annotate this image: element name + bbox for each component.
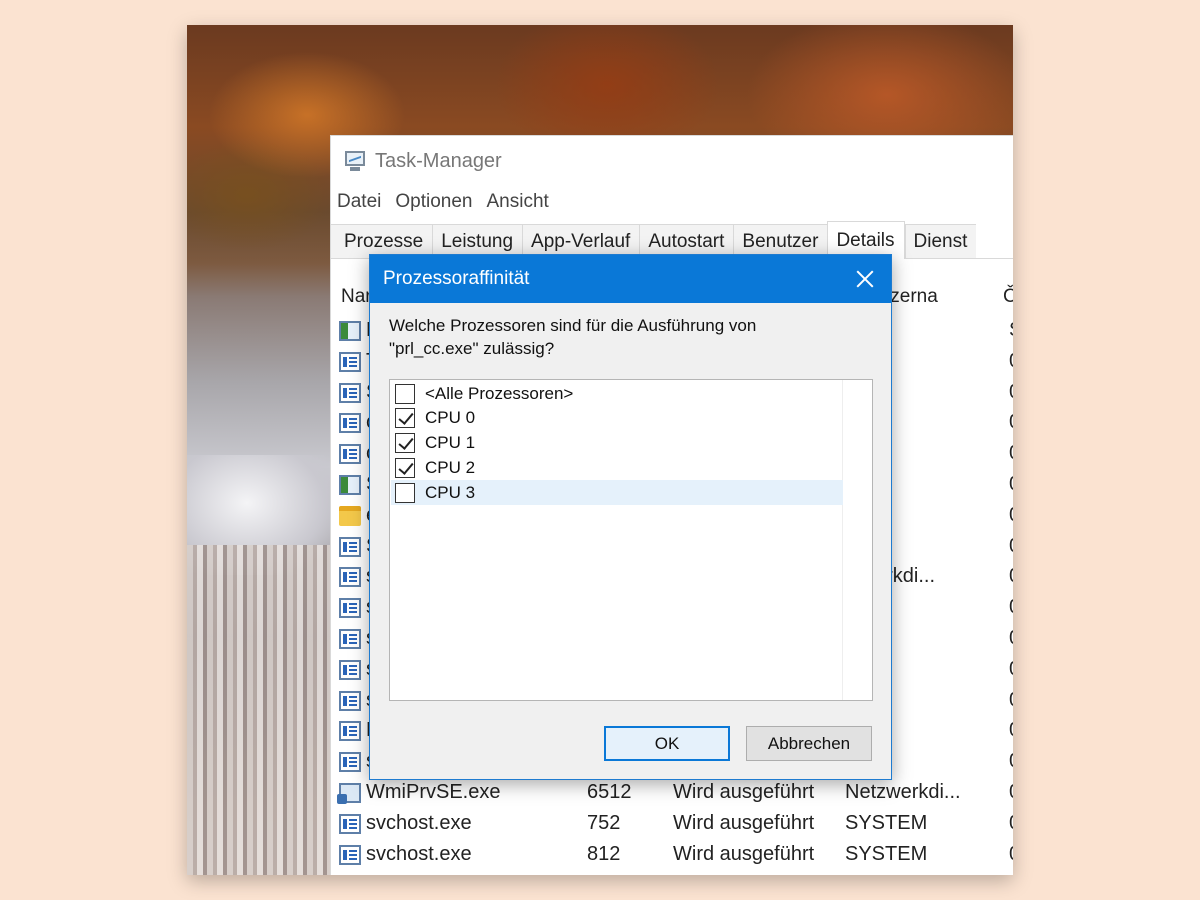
process-cpu: 0 xyxy=(1009,381,1013,404)
process-name: WmiPrvSE.exe xyxy=(366,780,501,803)
checkbox[interactable] xyxy=(395,433,415,454)
process-cpu: 0 xyxy=(1009,350,1013,373)
table-row[interactable]: svchost.exe 812 Wird ausgeführt SYSTEM 0 xyxy=(331,841,1013,872)
process-cpu: 0 xyxy=(1009,812,1013,835)
process-cpu: 0 xyxy=(1009,689,1013,712)
column-header-cpu[interactable]: Č xyxy=(1003,286,1013,308)
process-pid: 812 xyxy=(587,842,621,865)
processor-label: CPU 3 xyxy=(425,482,476,502)
dialog-question: Welche Prozessoren sind für die Ausführu… xyxy=(389,316,757,358)
process-cpu: 0 xyxy=(1009,781,1013,804)
processor-item[interactable]: CPU 3 xyxy=(391,480,843,506)
dialog-title: Prozessoraffinität xyxy=(383,268,530,289)
processor-item[interactable]: CPU 1 xyxy=(391,431,843,456)
app-icon xyxy=(339,444,361,465)
ok-button[interactable]: OK xyxy=(604,726,730,761)
process-user: Netzwerkdi... xyxy=(845,780,961,803)
processor-item[interactable]: <Alle Prozessoren> xyxy=(391,381,843,406)
dialog-title-bar: Prozessoraffinität xyxy=(370,255,891,303)
waterfall xyxy=(187,545,337,875)
wmi-icon xyxy=(337,782,361,804)
process-status: Wird ausgeführt xyxy=(673,780,815,803)
app-icon xyxy=(339,752,361,773)
app-icon xyxy=(339,690,361,711)
green-app-icon xyxy=(339,474,361,495)
checkbox[interactable] xyxy=(395,383,415,404)
app-icon xyxy=(339,813,361,834)
process-cpu: 0 xyxy=(1009,750,1013,773)
menu-ansicht[interactable]: Ansicht xyxy=(486,191,548,213)
app-icon xyxy=(339,628,361,649)
menu-optionen[interactable]: Optionen xyxy=(395,191,472,213)
process-cpu: 0 xyxy=(1009,658,1013,681)
process-cpu: 0 xyxy=(1009,535,1013,558)
app-icon xyxy=(339,413,361,434)
process-status: Wird ausgeführt xyxy=(673,842,815,865)
app-icon xyxy=(339,659,361,680)
processor-list: <Alle Prozessoren> CPU 0 CPU 1 CPU 2 CPU 3 xyxy=(389,379,873,701)
process-name: svchost.exe xyxy=(366,842,472,865)
cancel-button[interactable]: Abbrechen xyxy=(746,726,872,761)
window-title: Task-Manager xyxy=(375,149,502,172)
tab-dienste[interactable]: Dienst xyxy=(904,224,977,258)
process-cpu: 0 xyxy=(1009,719,1013,742)
processor-label: CPU 2 xyxy=(425,457,476,477)
process-cpu: 0 xyxy=(1009,411,1013,434)
processor-label: <Alle Prozessoren> xyxy=(425,383,574,403)
process-cpu: 0 xyxy=(1009,843,1013,866)
process-cpu: 0 xyxy=(1009,473,1013,496)
process-user: SYSTEM xyxy=(845,811,928,834)
title-bar: Task-Manager xyxy=(331,136,1013,186)
column-header-user[interactable]: tzerna xyxy=(885,286,938,308)
menu-datei[interactable]: Datei xyxy=(337,191,381,213)
app-icon xyxy=(339,598,361,619)
app-icon xyxy=(339,567,361,588)
processor-affinity-dialog: Prozessoraffinität Welche Prozessoren si… xyxy=(369,254,892,780)
tab-autostart[interactable]: Autostart xyxy=(639,224,734,258)
tab-leistung[interactable]: Leistung xyxy=(432,224,523,258)
process-name: svchost.exe xyxy=(366,811,472,834)
process-cpu: 0 xyxy=(1009,627,1013,650)
green-app-icon xyxy=(339,321,361,341)
app-icon xyxy=(339,844,361,865)
task-manager-icon xyxy=(343,150,369,172)
list-scrollbar-track xyxy=(842,380,872,700)
processor-item[interactable]: CPU 0 xyxy=(391,406,843,431)
process-user: SYSTEM xyxy=(845,842,928,865)
process-pid: 752 xyxy=(587,811,621,834)
process-cpu: S xyxy=(1009,319,1013,342)
menu-bar: Datei Optionen Ansicht xyxy=(331,186,1013,218)
process-status: Wird ausgeführt xyxy=(673,811,815,834)
process-cpu: 0 xyxy=(1009,565,1013,588)
table-row[interactable]: svchost.exe 752 Wird ausgeführt SYSTEM 0 xyxy=(331,810,1013,841)
checkbox[interactable] xyxy=(395,457,415,478)
close-icon[interactable] xyxy=(849,263,881,295)
taskmgr-icon xyxy=(339,351,361,372)
processor-label: CPU 0 xyxy=(425,408,476,428)
tab-prozesse[interactable]: Prozesse xyxy=(331,224,433,258)
checkbox[interactable] xyxy=(395,482,415,503)
processor-item[interactable]: CPU 2 xyxy=(391,455,843,480)
folder-icon xyxy=(339,505,361,526)
process-cpu: 0 xyxy=(1009,596,1013,619)
processor-label: CPU 1 xyxy=(425,433,476,453)
process-cpu: 0 xyxy=(1009,442,1013,465)
tab-app-verlauf[interactable]: App-Verlauf xyxy=(522,224,640,258)
table-row[interactable]: WmiPrvSE.exe 6512 Wird ausgeführt Netzwerkd… xyxy=(331,779,1013,810)
process-cpu: 0 xyxy=(1009,504,1013,527)
app-icon xyxy=(339,721,361,742)
tab-benutzer[interactable]: Benutzer xyxy=(733,224,828,258)
app-icon xyxy=(339,536,361,557)
checkbox[interactable] xyxy=(395,408,415,429)
process-pid: 6512 xyxy=(587,780,632,803)
app-icon xyxy=(339,382,361,403)
column-header-name[interactable]: Nar xyxy=(341,286,372,308)
